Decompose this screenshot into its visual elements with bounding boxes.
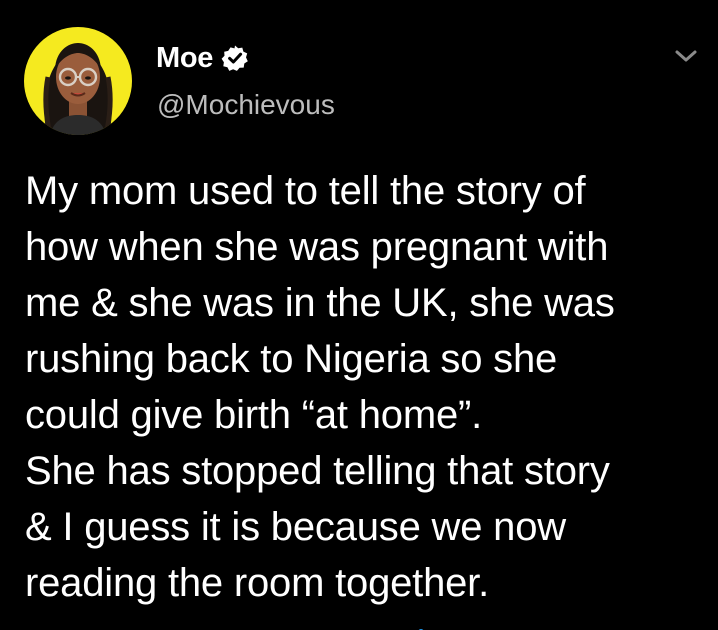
display-name[interactable]: Moe — [156, 42, 213, 75]
bitmoji-avatar-icon — [43, 43, 113, 135]
verified-badge-icon — [221, 44, 249, 72]
tweet-text: My mom used to tell the story of how whe… — [25, 169, 615, 605]
name-row: Moe — [156, 40, 249, 76]
avatar[interactable] — [24, 27, 132, 135]
tweet: Moe @Mochievous My mom used to tell the … — [0, 0, 718, 630]
cut-off-content — [418, 622, 488, 630]
chevron-down-icon[interactable] — [673, 46, 699, 66]
handle[interactable]: @Mochievous — [157, 89, 335, 121]
